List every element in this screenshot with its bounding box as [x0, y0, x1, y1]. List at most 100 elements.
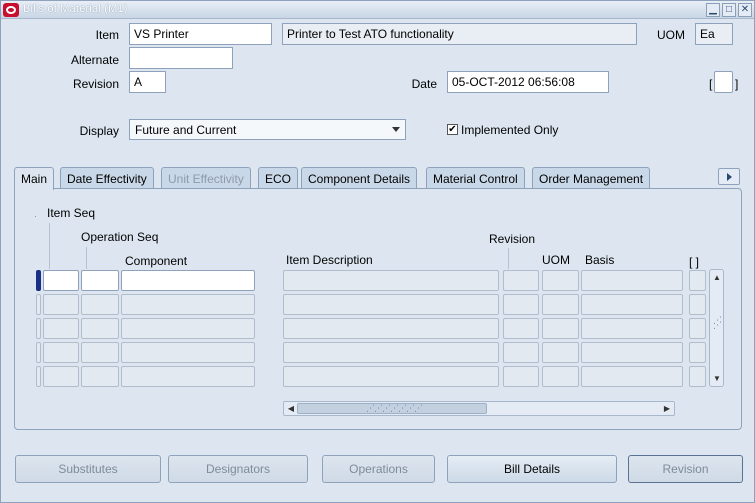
- cell-item-seq[interactable]: [43, 270, 79, 291]
- cell-item-seq[interactable]: [43, 294, 79, 315]
- scroll-left-icon[interactable]: ◀: [286, 404, 296, 414]
- cell-uom[interactable]: [542, 318, 579, 339]
- minimize-button[interactable]: ▁: [706, 3, 720, 17]
- substitutes-button[interactable]: Substitutes: [15, 455, 161, 483]
- cell-component[interactable]: [121, 270, 255, 291]
- header-revision: Revision: [489, 232, 536, 246]
- cell-item-description[interactable]: [283, 366, 499, 387]
- header-item-seq: Item Seq: [47, 206, 96, 220]
- cell-uom[interactable]: [542, 294, 579, 315]
- header-connector: [49, 223, 50, 269]
- records-vertical-scrollbar[interactable]: ▲ ⋰ ⋰ ▼: [709, 269, 724, 387]
- cell-operation-seq[interactable]: [81, 342, 119, 363]
- close-button[interactable]: ✕: [738, 3, 752, 17]
- revision-field[interactable]: A: [129, 71, 166, 93]
- cell-basis[interactable]: [581, 270, 683, 291]
- revision-label: Revision: [72, 77, 119, 91]
- columns-horizontal-scrollbar[interactable]: ◀ ⋰⋰⋰⋰⋰⋰⋰ ▶: [283, 401, 675, 416]
- cell-basis[interactable]: [581, 366, 683, 387]
- item-field[interactable]: VS Printer: [129, 23, 272, 45]
- cell-basis[interactable]: [581, 294, 683, 315]
- tab-component-details[interactable]: Component Details: [301, 167, 418, 189]
- tab-unit-effectivity: Unit Effectivity: [161, 167, 251, 189]
- designators-button[interactable]: Designators: [168, 455, 308, 483]
- flexfield-open-bracket: [: [709, 77, 713, 91]
- date-field[interactable]: 05-OCT-2012 06:56:08: [447, 71, 609, 93]
- header-basis: Basis: [585, 253, 615, 267]
- cell-operation-seq[interactable]: [81, 366, 119, 387]
- cell-revision[interactable]: [503, 342, 539, 363]
- alternate-field[interactable]: [129, 47, 233, 69]
- cell-item-seq[interactable]: [43, 366, 79, 387]
- window-title: Bills of Material (M1): [23, 3, 128, 15]
- chevron-down-icon: [392, 127, 400, 132]
- alternate-label: Alternate: [70, 53, 119, 67]
- cell-operation-seq[interactable]: [81, 270, 119, 291]
- cell-revision[interactable]: [503, 270, 539, 291]
- cell-item-description[interactable]: [283, 294, 499, 315]
- cell-uom[interactable]: [542, 366, 579, 387]
- tab-order-management[interactable]: Order Management: [532, 167, 651, 189]
- tab-main[interactable]: Main: [14, 167, 55, 190]
- cell-flexfield[interactable]: [689, 318, 706, 339]
- cell-revision[interactable]: [503, 294, 539, 315]
- item-description-field[interactable]: Printer to Test ATO functionality: [282, 23, 637, 45]
- scroll-grip-icon: ⋰ ⋰: [713, 315, 722, 330]
- cell-flexfield[interactable]: [689, 366, 706, 387]
- maximize-button[interactable]: □: [722, 3, 736, 17]
- revision-button[interactable]: Revision: [628, 455, 743, 483]
- current-record-indicator[interactable]: [36, 270, 41, 291]
- display-select[interactable]: Future and Current: [129, 119, 406, 140]
- cell-operation-seq[interactable]: [81, 318, 119, 339]
- cell-revision[interactable]: [503, 318, 539, 339]
- cell-flexfield[interactable]: [689, 294, 706, 315]
- cell-component[interactable]: [121, 294, 255, 315]
- uom-label: UOM: [657, 28, 685, 42]
- cell-uom[interactable]: [542, 270, 579, 291]
- cell-item-description[interactable]: [283, 318, 499, 339]
- scroll-down-icon[interactable]: ▼: [712, 374, 722, 384]
- record-indicator[interactable]: [36, 366, 41, 387]
- cell-uom[interactable]: [542, 342, 579, 363]
- implemented-only-checkbox[interactable]: ✔: [447, 124, 458, 135]
- tab-material-control[interactable]: Material Control: [426, 167, 525, 189]
- cell-basis[interactable]: [581, 318, 683, 339]
- cell-operation-seq[interactable]: [81, 294, 119, 315]
- cell-basis[interactable]: [581, 342, 683, 363]
- tab-eco[interactable]: ECO: [258, 167, 299, 189]
- implemented-only-label: Implemented Only: [461, 123, 559, 137]
- display-label: Display: [79, 124, 119, 138]
- operations-button[interactable]: Operations: [322, 455, 435, 483]
- tab-date-effectivity[interactable]: Date Effectivity: [60, 167, 154, 189]
- cell-item-description[interactable]: [283, 270, 499, 291]
- descriptive-flexfield[interactable]: [714, 71, 733, 93]
- header-uom: UOM: [542, 253, 570, 267]
- record-indicator[interactable]: [36, 318, 41, 339]
- cell-item-seq[interactable]: [43, 342, 79, 363]
- scroll-up-icon[interactable]: ▲: [712, 273, 722, 283]
- bill-details-button[interactable]: Bill Details: [447, 455, 617, 483]
- cell-item-seq[interactable]: [43, 318, 79, 339]
- flexfield-close-bracket: ]: [735, 77, 739, 91]
- record-indicator[interactable]: [36, 342, 41, 363]
- cell-item-description[interactable]: [283, 342, 499, 363]
- cell-component[interactable]: [121, 318, 255, 339]
- horizontal-scroll-thumb[interactable]: ⋰⋰⋰⋰⋰⋰⋰: [297, 403, 487, 414]
- cell-component[interactable]: [121, 342, 255, 363]
- bills-of-material-window: Bills of Material (M1) ▁ □ ✕ Item VS Pri…: [0, 0, 755, 503]
- record-indicator[interactable]: [36, 294, 41, 315]
- cell-component[interactable]: [121, 366, 255, 387]
- scroll-grip-icon: ⋰⋰⋰⋰⋰⋰⋰: [366, 403, 423, 413]
- oracle-logo-icon: [3, 3, 19, 17]
- uom-field[interactable]: Ea: [695, 23, 733, 45]
- header-connector: [86, 247, 87, 269]
- item-label: Item: [95, 28, 119, 42]
- date-label: Date: [411, 77, 437, 91]
- title-bar: Bills of Material (M1) ▁ □ ✕: [1, 1, 754, 19]
- tab-scroll-right-button[interactable]: [718, 168, 740, 185]
- scroll-right-icon[interactable]: ▶: [662, 404, 672, 414]
- cell-flexfield[interactable]: [689, 270, 706, 291]
- cell-flexfield[interactable]: [689, 342, 706, 363]
- cell-revision[interactable]: [503, 366, 539, 387]
- header-flexfield: [ ]: [689, 255, 700, 269]
